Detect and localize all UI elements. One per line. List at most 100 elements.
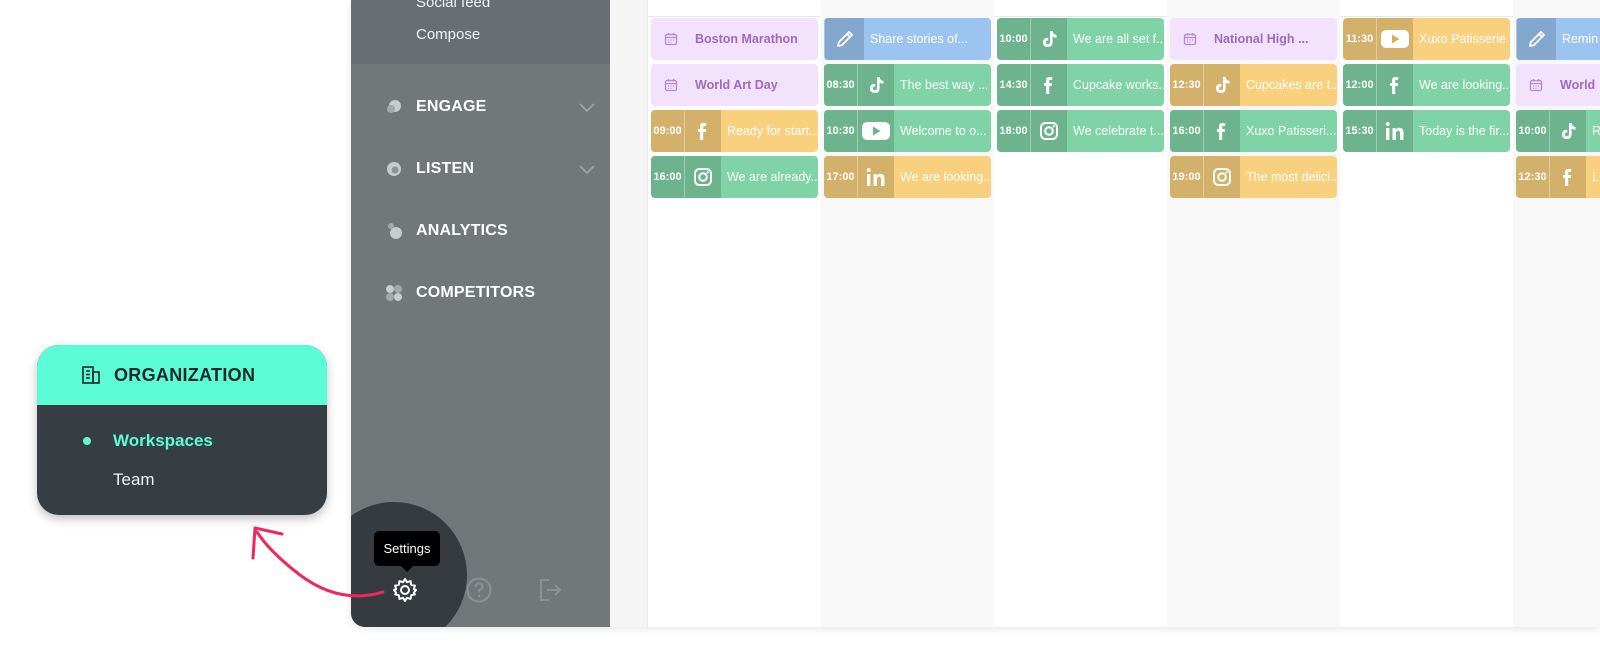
calendar-event-card[interactable]: World Art Day	[651, 64, 818, 106]
app-window: Social feed Compose ENGAGE LISTEN ANALYT…	[351, 0, 1600, 627]
calendar-event-card[interactable]: National High ...	[1170, 18, 1337, 60]
nav-listen[interactable]: LISTEN	[385, 157, 595, 181]
instagram-icon	[684, 156, 721, 198]
calendar-post-card[interactable]: 11:30 Xuxo Patisserie	[1343, 18, 1510, 60]
chevron-down-icon[interactable]	[579, 100, 595, 118]
tiktok-icon	[1030, 18, 1067, 60]
submenu-item-social-feed[interactable]: Social feed	[416, 0, 490, 11]
post-preview-text: Share stories of...	[870, 32, 968, 46]
nav-label-competitors: COMPETITORS	[416, 284, 536, 301]
post-preview-text: Welcome to o...	[900, 124, 987, 138]
nav-label-listen: LISTEN	[416, 160, 475, 177]
youtube-icon	[857, 110, 894, 152]
annotation-arrow	[251, 526, 385, 598]
calendar-post-card[interactable]: 15:30 Today is the fir...	[1343, 110, 1510, 152]
logout-icon[interactable]	[537, 576, 565, 604]
calendar-note-card[interactable]: Remin	[1516, 18, 1600, 60]
organization-item-team[interactable]: Team	[113, 470, 155, 490]
calendar-post-card[interactable]: 16:00 Xuxo Patisseri...	[1170, 110, 1337, 152]
calendar-post-card[interactable]: 12:30 Cupcakes are t...	[1170, 64, 1337, 106]
post-time: 16:00	[651, 156, 684, 198]
post-preview-text: We are looking...	[1419, 78, 1510, 92]
facebook-icon	[1203, 110, 1240, 152]
calendar-day-column: Share stories of... 08:30 The best way ...…	[821, 0, 994, 627]
calendar-day-column: Boston Marathon World Art Day 09:00 Ready f…	[648, 0, 821, 627]
post-time: 12:30	[1170, 64, 1203, 106]
pencil-icon	[1516, 18, 1556, 60]
facebook-icon	[1030, 64, 1067, 106]
post-time: 12:30	[1516, 156, 1549, 198]
linkedin-icon	[1376, 110, 1413, 152]
pencil-icon	[824, 18, 864, 60]
post-preview-text: We celebrate t...	[1073, 124, 1164, 138]
nav-engage[interactable]: ENGAGE	[385, 95, 595, 119]
post-time: 18:00	[997, 110, 1030, 152]
post-preview-text: Cupcake works...	[1073, 78, 1164, 92]
organization-header[interactable]: ORGANIZATION	[37, 345, 327, 405]
calendar-post-card[interactable]: 16:00 We are already...	[651, 156, 818, 198]
post-time: 16:00	[1170, 110, 1203, 152]
calendar-grid: Boston Marathon World Art Day 09:00 Ready f…	[610, 0, 1600, 627]
tiktok-icon	[1549, 110, 1586, 152]
tiktok-icon	[857, 64, 894, 106]
post-time: 11:30	[1343, 18, 1376, 60]
nav-label-engage: ENGAGE	[416, 98, 487, 115]
calendar-day-column: 10:00 We are all set f... 14:30 Cupcake wor…	[994, 0, 1167, 627]
instagram-icon	[1203, 156, 1240, 198]
event-title: World	[1560, 78, 1596, 92]
facebook-icon	[1376, 64, 1413, 106]
post-time: 10:00	[1516, 110, 1549, 152]
post-time: 10:00	[997, 18, 1030, 60]
post-preview-text: Cupcakes are t...	[1246, 78, 1337, 92]
facebook-icon	[1549, 156, 1586, 198]
post-preview-text: We are all set f...	[1073, 32, 1164, 46]
post-time: 12:00	[1343, 64, 1376, 106]
analytics-icon	[385, 222, 403, 240]
nav-competitors[interactable]: COMPETITORS	[385, 281, 595, 305]
calendar-post-card[interactable]: 10:00 We are all set f...	[997, 18, 1164, 60]
calendar-day-column: Remin World 10:00 R 12:30 L	[1513, 0, 1600, 627]
active-dot-icon	[83, 437, 91, 445]
calendar-event-card[interactable]: Boston Marathon	[651, 18, 818, 60]
post-preview-text: We are looking...	[900, 170, 991, 184]
post-preview-text: Remin	[1562, 32, 1599, 46]
calendar-post-card[interactable]: 17:00 We are looking...	[824, 156, 991, 198]
post-preview-text: Xuxo Patisseri...	[1246, 124, 1337, 138]
organization-title: ORGANIZATION	[114, 364, 256, 385]
submenu-item-compose[interactable]: Compose	[416, 26, 480, 43]
calendar-event-card[interactable]: World	[1516, 64, 1600, 106]
calendar-post-card[interactable]: 14:30 Cupcake works...	[997, 64, 1164, 106]
nav-label-analytics: ANALYTICS	[416, 222, 508, 239]
post-time: 19:00	[1170, 156, 1203, 198]
calendar-post-card[interactable]: 18:00 We celebrate t...	[997, 110, 1164, 152]
calendar-post-card[interactable]: 09:00 Ready for start...	[651, 110, 818, 152]
instagram-icon	[1030, 110, 1067, 152]
calendar-post-card[interactable]: 12:00 We are looking...	[1343, 64, 1510, 106]
chevron-down-icon[interactable]	[579, 162, 595, 180]
organization-menu: ORGANIZATION Workspaces Team	[37, 345, 327, 515]
calendar-note-card[interactable]: Share stories of...	[824, 18, 991, 60]
calendar-post-card[interactable]: 10:00 R	[1516, 110, 1600, 152]
post-preview-text: Ready for start...	[727, 124, 818, 138]
gear-icon[interactable]	[391, 576, 419, 604]
post-time: 15:30	[1343, 110, 1376, 152]
listen-icon	[385, 160, 403, 178]
calendar-post-card[interactable]: 10:30 Welcome to o...	[824, 110, 991, 152]
event-title: World Art Day	[695, 78, 778, 92]
building-icon	[81, 365, 101, 385]
calendar-post-card[interactable]: 08:30 The best way ...	[824, 64, 991, 106]
calendar-post-card[interactable]: 19:00 The most delici...	[1170, 156, 1337, 198]
post-time: 08:30	[824, 64, 857, 106]
calendar-icon	[651, 64, 691, 106]
linkedin-icon	[857, 156, 894, 198]
post-preview-text: Today is the fir...	[1419, 124, 1510, 138]
post-preview-text: R	[1592, 124, 1600, 138]
organization-item-workspaces: Workspaces	[113, 431, 213, 450]
calendar-post-card[interactable]: 12:30 L	[1516, 156, 1600, 198]
post-preview-text: We are already...	[727, 170, 818, 184]
nav-analytics[interactable]: ANALYTICS	[385, 219, 595, 243]
help-icon[interactable]	[465, 576, 493, 604]
facebook-icon	[684, 110, 721, 152]
post-preview-text: L	[1592, 170, 1599, 184]
event-title: National High ...	[1214, 32, 1309, 46]
